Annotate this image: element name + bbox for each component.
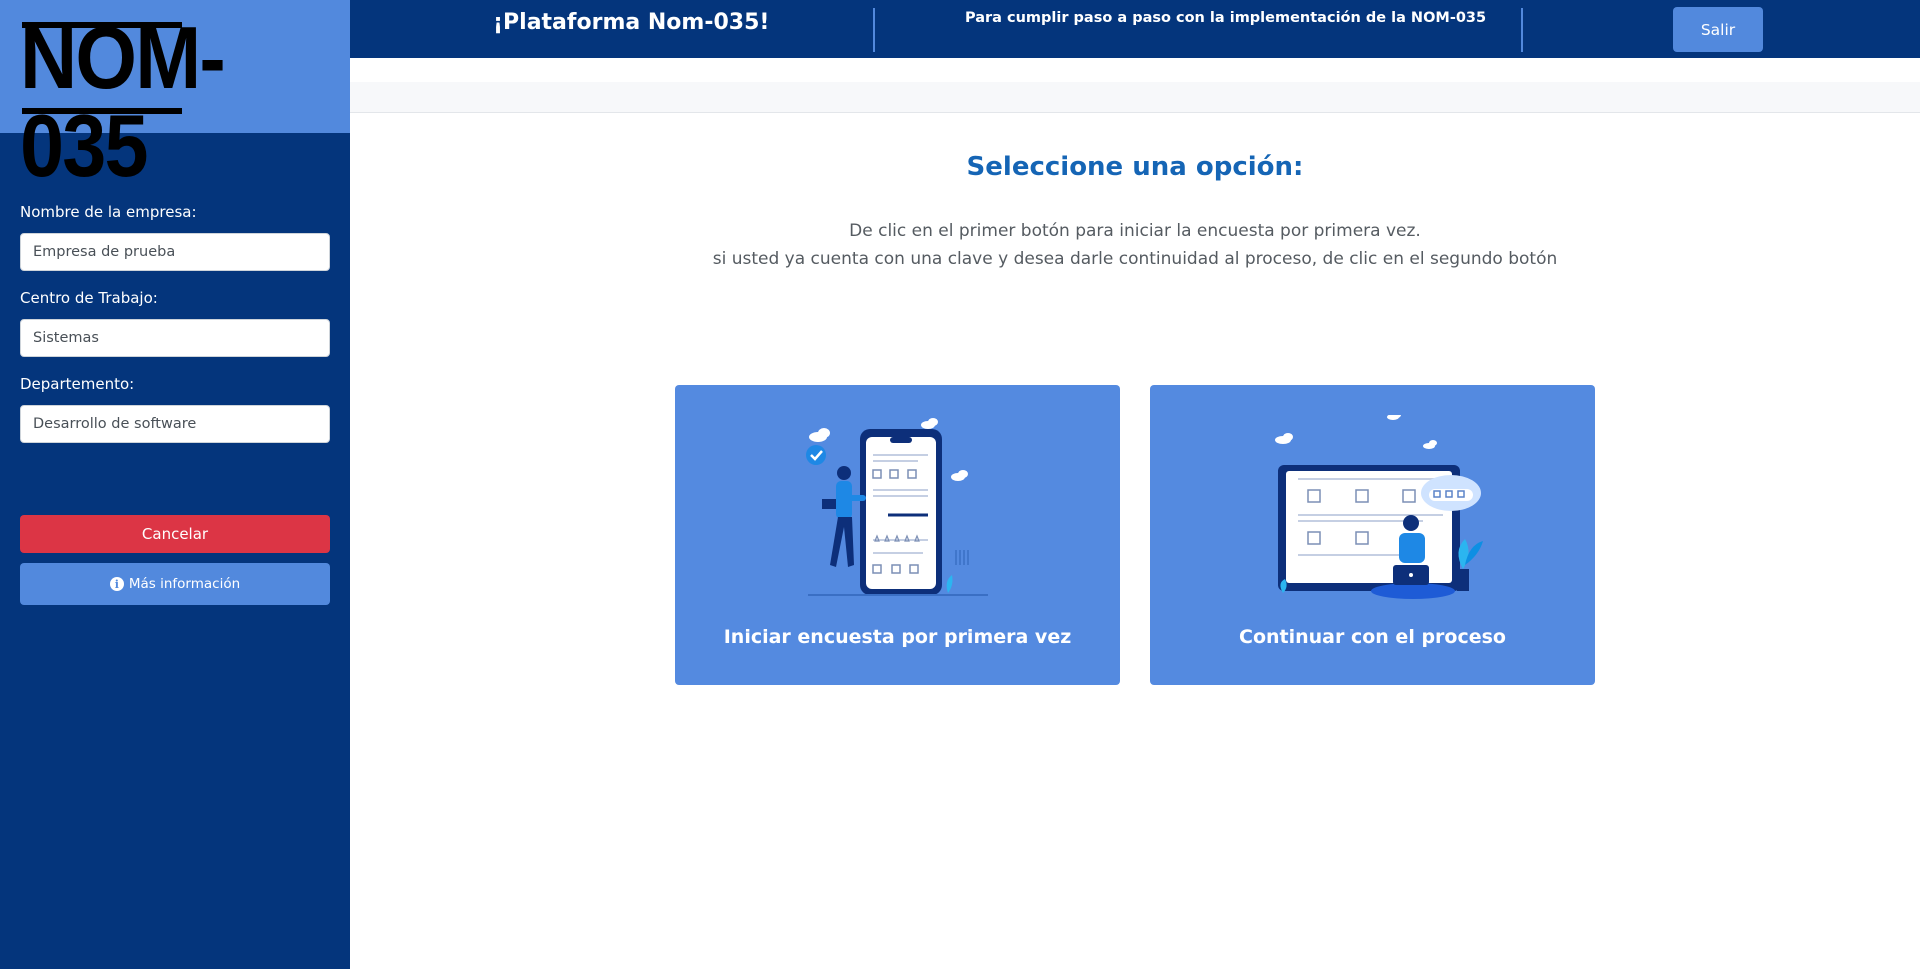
info-icon: i xyxy=(109,577,124,591)
center-label: Centro de Trabajo: xyxy=(20,289,158,307)
logo: NOM-035 xyxy=(0,0,350,190)
continue-process-label: Continuar con el proceso xyxy=(1239,626,1506,648)
more-info-button[interactable]: i Más información xyxy=(20,563,330,605)
header-divider xyxy=(873,8,875,52)
start-survey-label: Iniciar encuesta por primera vez xyxy=(723,626,1072,648)
continue-process-card[interactable]: Continuar con el proceso xyxy=(1150,385,1595,685)
logo-text: NOM-035 xyxy=(20,8,226,195)
page-title: Seleccione una opción: xyxy=(966,152,1304,182)
company-label: Nombre de la empresa: xyxy=(20,203,197,221)
description-line-1: De clic en el primer botón para iniciar … xyxy=(849,221,1421,241)
logo-bottom-rule xyxy=(22,108,182,114)
department-label: Departemento: xyxy=(20,375,135,393)
department-field[interactable]: Desarrollo de software xyxy=(20,405,330,443)
center-field[interactable]: Sistemas xyxy=(20,319,330,357)
top-header: ¡Plataforma Nom-035! Para cumplir paso a… xyxy=(350,0,1920,58)
cancel-button[interactable]: Cancelar xyxy=(20,515,330,553)
laptop-process-illustration-icon xyxy=(1274,415,1483,599)
header-subtitle: Para cumplir paso a paso con la implemen… xyxy=(965,10,1487,26)
sub-header-bar xyxy=(350,82,1920,113)
platform-title: ¡Plataforma Nom-035! xyxy=(493,10,770,35)
header-divider xyxy=(1521,8,1523,52)
logout-button[interactable]: Salir xyxy=(1673,7,1763,52)
start-survey-card[interactable]: Iniciar encuesta por primera vez xyxy=(675,385,1120,685)
sidebar: NOM-035 Nombre de la empresa: Empresa de… xyxy=(0,0,350,969)
more-info-label: Más información xyxy=(128,576,241,592)
survey-phone-illustration-icon xyxy=(805,418,988,596)
company-field[interactable]: Empresa de prueba xyxy=(20,233,330,271)
description-line-2: si usted ya cuenta con una clave y desea… xyxy=(712,249,1558,269)
